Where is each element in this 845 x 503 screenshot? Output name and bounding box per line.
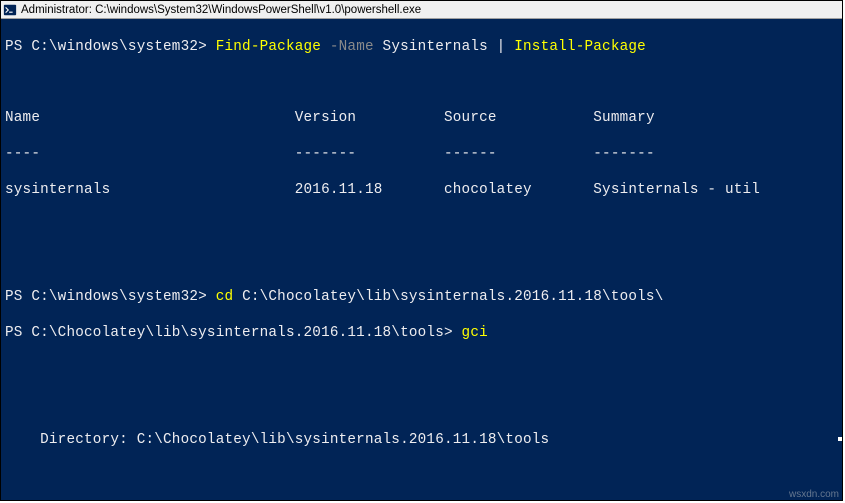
directory-line: Directory: C:\Chocolatey\lib\sysinternal… [5,432,838,450]
scroll-indicator [838,437,842,441]
titlebar-text: Administrator: C:\windows\System32\Windo… [21,4,421,16]
powershell-window: Administrator: C:\windows\System32\Windo… [0,0,843,501]
pkg-header: Name Version Source Summary [5,110,838,128]
prompt: PS C:\Chocolatey\lib\sysinternals.2016.1… [5,325,462,341]
titlebar[interactable]: Administrator: C:\windows\System32\Windo… [1,1,842,19]
console-output[interactable]: PS C:\windows\system32> Find-Package -Na… [1,19,842,500]
cd-path: C:\Chocolatey\lib\sysinternals.2016.11.1… [242,289,663,305]
prompt: PS C:\windows\system32> [5,289,216,305]
cmd-find-package: Find-Package [216,39,330,55]
cmd-gci: gci [462,325,488,341]
powershell-icon [3,3,17,17]
pkg-row: sysinternals 2016.11.18 chocolatey Sysin… [5,182,838,200]
watermark: wsxdn.com [789,489,839,500]
prompt: PS C:\windows\system32> [5,39,216,55]
flag-name: -Name [330,39,383,55]
arg: Sysinternals | [383,39,515,55]
pkg-divider: ---- ------- ------ ------- [5,146,838,164]
cmd-install-package: Install-Package [514,39,646,55]
cmd-cd: cd [216,289,242,305]
